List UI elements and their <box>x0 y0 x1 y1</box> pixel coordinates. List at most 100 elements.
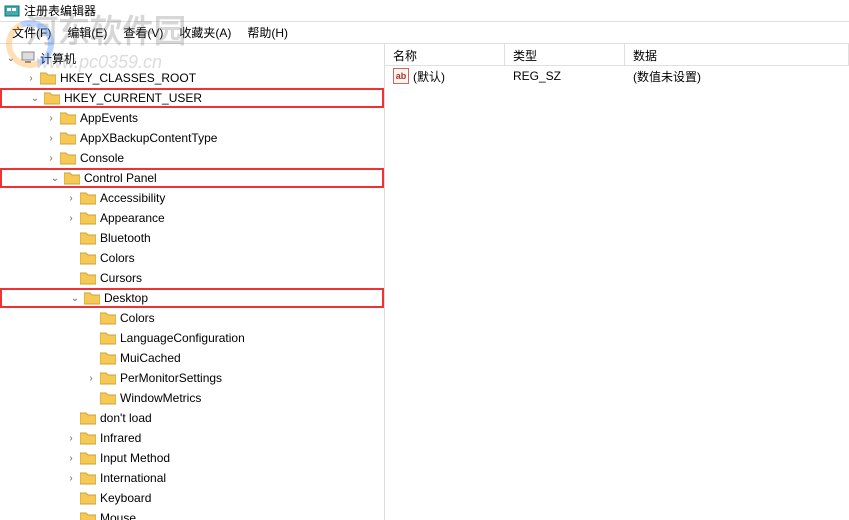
window-titlebar: 注册表编辑器 <box>0 0 849 22</box>
tree-label: PerMonitorSettings <box>120 371 222 385</box>
tree-node-appxbackup[interactable]: › AppXBackupContentType <box>0 128 384 148</box>
folder-icon <box>60 111 76 125</box>
chevron-down-icon[interactable]: ⌄ <box>28 91 42 105</box>
column-header-name[interactable]: 名称 <box>385 44 505 65</box>
tree-node-mouse[interactable]: › Mouse <box>0 508 384 520</box>
tree-label: Accessibility <box>100 191 165 205</box>
tree-label: AppEvents <box>80 111 138 125</box>
chevron-right-icon[interactable]: › <box>64 191 78 205</box>
menu-file[interactable]: 文件(F) <box>4 22 59 43</box>
chevron-right-icon[interactable]: › <box>84 371 98 385</box>
tree-node-colors[interactable]: › Colors <box>0 248 384 268</box>
chevron-down-icon[interactable]: ⌄ <box>4 51 18 65</box>
tree-node-hkcu[interactable]: ⌄ HKEY_CURRENT_USER <box>0 88 384 108</box>
folder-icon <box>80 251 96 265</box>
folder-icon <box>80 231 96 245</box>
folder-icon <box>60 131 76 145</box>
folder-icon <box>100 371 116 385</box>
tree-node-controlpanel[interactable]: ⌄ Control Panel <box>0 168 384 188</box>
folder-icon <box>40 71 56 85</box>
value-type: REG_SZ <box>505 67 625 85</box>
tree-node-hkcr[interactable]: › HKEY_CLASSES_ROOT <box>0 68 384 88</box>
tree-label: LanguageConfiguration <box>120 331 245 345</box>
list-item[interactable]: ab (默认) REG_SZ (数值未设置) <box>385 66 849 86</box>
tree-label: HKEY_CURRENT_USER <box>64 91 202 105</box>
column-header-data[interactable]: 数据 <box>625 44 849 65</box>
tree-label: MuiCached <box>120 351 181 365</box>
chevron-right-icon[interactable]: › <box>64 431 78 445</box>
chevron-right-icon[interactable]: › <box>44 131 58 145</box>
folder-icon <box>80 511 96 520</box>
tree-node-international[interactable]: › International <box>0 468 384 488</box>
folder-icon <box>100 351 116 365</box>
tree-node-desktop[interactable]: ⌄ Desktop <box>0 288 384 308</box>
window-title: 注册表编辑器 <box>24 2 96 19</box>
chevron-right-icon[interactable]: › <box>64 471 78 485</box>
chevron-right-icon[interactable]: › <box>64 451 78 465</box>
tree-node-windowmetrics[interactable]: › WindowMetrics <box>0 388 384 408</box>
menu-help[interactable]: 帮助(H) <box>239 22 296 43</box>
folder-icon <box>100 391 116 405</box>
folder-icon <box>80 211 96 225</box>
tree-node-langconfig[interactable]: › LanguageConfiguration <box>0 328 384 348</box>
chevron-right-icon[interactable]: › <box>44 151 58 165</box>
registry-values-list: 名称 类型 数据 ab (默认) REG_SZ (数值未设置) <box>385 44 849 520</box>
tree-node-permonitor[interactable]: › PerMonitorSettings <box>0 368 384 388</box>
tree-node-appevents[interactable]: › AppEvents <box>0 108 384 128</box>
menu-edit[interactable]: 编辑(E) <box>59 22 115 43</box>
tree-label: Console <box>80 151 124 165</box>
tree-node-cursors[interactable]: › Cursors <box>0 268 384 288</box>
tree-label: 计算机 <box>40 50 76 67</box>
folder-icon <box>60 151 76 165</box>
tree-label: Colors <box>100 251 135 265</box>
tree-label: Appearance <box>100 211 165 225</box>
registry-tree[interactable]: ⌄ 计算机 › HKEY_CLASSES_ROOT ⌄ HKEY_CURRENT… <box>0 44 385 520</box>
tree-label: Keyboard <box>100 491 151 505</box>
chevron-right-icon[interactable]: › <box>24 71 38 85</box>
tree-label: Infrared <box>100 431 141 445</box>
folder-icon <box>80 411 96 425</box>
string-value-icon: ab <box>393 68 409 84</box>
value-data: (数值未设置) <box>625 66 849 87</box>
tree-node-computer[interactable]: ⌄ 计算机 <box>0 48 384 68</box>
folder-icon <box>100 311 116 325</box>
chevron-down-icon[interactable]: ⌄ <box>48 171 62 185</box>
tree-node-dontload[interactable]: › don't load <box>0 408 384 428</box>
tree-node-accessibility[interactable]: › Accessibility <box>0 188 384 208</box>
tree-label: Control Panel <box>84 171 157 185</box>
tree-label: AppXBackupContentType <box>80 131 217 145</box>
chevron-right-icon[interactable]: › <box>64 211 78 225</box>
folder-icon <box>80 471 96 485</box>
tree-label: Cursors <box>100 271 142 285</box>
folder-icon <box>64 171 80 185</box>
tree-node-desktop-colors[interactable]: › Colors <box>0 308 384 328</box>
tree-node-console[interactable]: › Console <box>0 148 384 168</box>
menu-view[interactable]: 查看(V) <box>115 22 171 43</box>
chevron-right-icon[interactable]: › <box>44 111 58 125</box>
folder-icon <box>44 91 60 105</box>
tree-label: Desktop <box>104 291 148 305</box>
tree-label: Mouse <box>100 511 136 520</box>
tree-node-keyboard[interactable]: › Keyboard <box>0 488 384 508</box>
tree-node-inputmethod[interactable]: › Input Method <box>0 448 384 468</box>
folder-icon <box>80 271 96 285</box>
menu-favorites[interactable]: 收藏夹(A) <box>171 22 239 43</box>
tree-node-infrared[interactable]: › Infrared <box>0 428 384 448</box>
tree-label: International <box>100 471 166 485</box>
folder-icon <box>80 191 96 205</box>
folder-icon <box>100 331 116 345</box>
value-name: (默认) <box>413 68 445 85</box>
computer-icon <box>20 50 36 66</box>
tree-label: Colors <box>120 311 155 325</box>
app-icon <box>4 3 20 19</box>
folder-icon <box>80 491 96 505</box>
folder-icon <box>80 431 96 445</box>
chevron-down-icon[interactable]: ⌄ <box>68 291 82 305</box>
tree-label: WindowMetrics <box>120 391 201 405</box>
column-header-type[interactable]: 类型 <box>505 44 625 65</box>
tree-node-bluetooth[interactable]: › Bluetooth <box>0 228 384 248</box>
tree-label: HKEY_CLASSES_ROOT <box>60 71 196 85</box>
tree-node-muicached[interactable]: › MuiCached <box>0 348 384 368</box>
tree-node-appearance[interactable]: › Appearance <box>0 208 384 228</box>
list-header: 名称 类型 数据 <box>385 44 849 66</box>
